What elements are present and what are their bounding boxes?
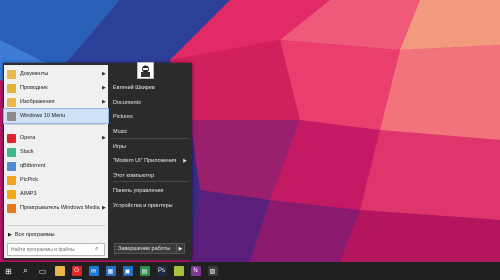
search-icon: ⌕: [23, 266, 28, 275]
app-icon: [173, 266, 184, 276]
program-item[interactable]: Проводник ▶: [4, 81, 108, 95]
app-button[interactable]: [170, 262, 187, 280]
task-view-icon: ▭: [38, 266, 47, 276]
opera-button[interactable]: O: [68, 262, 85, 280]
right-menu-label: Этот компьютер: [113, 172, 155, 179]
task-view-button[interactable]: ▭: [34, 262, 51, 280]
search-button[interactable]: ⌕: [17, 262, 34, 280]
windows10-menu-app-icon: [7, 111, 16, 121]
divider: [7, 225, 105, 226]
program-label: Opera: [20, 135, 36, 141]
chevron-right-icon: ▶: [102, 205, 106, 211]
sheets-button[interactable]: ▤: [136, 262, 153, 280]
program-label: Slack: [20, 149, 34, 155]
avatar[interactable]: [137, 62, 154, 79]
right-menu-label: Устройства и принтеры: [113, 202, 173, 209]
file-explorer-icon: [7, 83, 16, 93]
right-menu-label: Игры: [113, 143, 126, 150]
spreadsheet-icon: ▤: [139, 266, 150, 276]
viewer-button[interactable]: ▧: [204, 262, 221, 280]
qbittorrent-icon: [7, 161, 16, 171]
onenote-icon: N: [190, 266, 201, 276]
program-label: Документы: [20, 71, 49, 77]
all-programs-label: Все программы: [14, 232, 55, 238]
chevron-right-icon: ▶: [102, 85, 106, 91]
program-label: PicPick: [20, 177, 39, 183]
right-menu-label: Евгений Шкирев: [113, 84, 155, 91]
program-label: qBittorrent: [20, 163, 46, 169]
windows-media-player-icon: [7, 203, 16, 213]
program-label: Проводник: [20, 85, 48, 91]
right-menu-label: "Modern UI" Приложения: [113, 157, 177, 164]
program-label: Проигрыватель Windows Media: [20, 205, 100, 211]
program-item[interactable]: Opera ▶: [4, 131, 108, 145]
program-item[interactable]: Проигрыватель Windows Media ▶: [4, 201, 108, 215]
pictures-folder-icon: [7, 97, 16, 107]
chevron-right-icon: ▶: [102, 135, 106, 141]
triangle-right-icon: ▶: [8, 232, 12, 238]
right-menu-label: Music: [113, 128, 128, 135]
photoshop-button[interactable]: Ps: [153, 262, 170, 280]
taskbar: ⊞ ⌕ ▭ O ✉ ▦ ▣ ▤ Ps N ▧: [0, 262, 500, 280]
opera-icon: [7, 133, 16, 143]
viewer-icon: ▧: [207, 266, 218, 276]
right-menu-label: Pictures: [113, 113, 133, 120]
start-menu: Документы ▶ Проводник ▶ Изображения ▶ Windows …: [3, 62, 192, 260]
search-icon[interactable]: ⌕: [95, 246, 98, 253]
program-item[interactable]: PicPick: [4, 173, 108, 187]
programs-pane: Документы ▶ Проводник ▶ Изображения ▶ Windows …: [3, 65, 109, 258]
divider: [113, 138, 189, 139]
program-item[interactable]: Windows 10 Menu: [3, 108, 109, 124]
onenote-button[interactable]: N: [187, 262, 204, 280]
program-item[interactable]: Документы ▶: [4, 67, 108, 81]
right-menu-item[interactable]: Music: [113, 125, 191, 138]
start-button[interactable]: ⊞: [0, 262, 17, 280]
right-menu-item[interactable]: Pictures: [113, 110, 191, 123]
right-menu-item[interactable]: Панель управления: [113, 184, 191, 197]
file-explorer-button[interactable]: [51, 262, 68, 280]
divider: [113, 181, 189, 182]
documents-folder-icon: [7, 69, 16, 79]
right-menu-item[interactable]: Documents: [113, 96, 191, 109]
right-menu-item[interactable]: Игры: [113, 140, 191, 153]
search-box[interactable]: ⌕: [7, 243, 105, 256]
mail-icon: ✉: [88, 266, 99, 276]
chevron-right-icon: ▶: [178, 245, 183, 252]
shutdown-label: Завершение работы: [118, 245, 171, 252]
calendar-icon: ▦: [105, 266, 116, 276]
right-menu-label: Documents: [113, 99, 141, 106]
picpick-icon: [7, 175, 16, 185]
store-button[interactable]: ▣: [119, 262, 136, 280]
mail-button[interactable]: ✉: [85, 262, 102, 280]
photoshop-icon: Ps: [156, 266, 167, 276]
opera-icon: O: [71, 266, 82, 276]
program-label: Windows 10 Menu: [20, 113, 66, 119]
chevron-right-icon: ▶: [102, 99, 106, 105]
program-label: Изображения: [20, 99, 55, 105]
program-item[interactable]: Slack: [4, 145, 108, 159]
divider: [7, 124, 105, 125]
store-icon: ▣: [122, 266, 133, 276]
right-menu-label: Панель управления: [113, 187, 164, 194]
aimp3-icon: [7, 189, 16, 199]
windows-logo-icon: ⊞: [5, 266, 12, 276]
program-item[interactable]: Изображения ▶: [4, 95, 108, 109]
right-menu-item[interactable]: "Modern UI" Приложения ▶: [113, 154, 191, 167]
shutdown-options-button[interactable]: ▶: [176, 243, 185, 254]
program-item[interactable]: AIMP3: [4, 187, 108, 201]
search-input[interactable]: [8, 246, 95, 253]
shutdown-button[interactable]: Завершение работы: [114, 243, 177, 254]
chevron-right-icon: ▶: [102, 71, 106, 77]
slack-icon: [7, 147, 16, 157]
folder-icon: [54, 266, 65, 276]
chevron-right-icon: ▶: [183, 157, 187, 164]
calendar-button[interactable]: ▦: [102, 262, 119, 280]
user-name-link[interactable]: Евгений Шкирев: [113, 81, 191, 94]
right-menu-item[interactable]: Устройства и принтеры: [113, 199, 191, 212]
program-item[interactable]: qBittorrent: [4, 159, 108, 173]
all-programs-button[interactable]: ▶ Все программы: [4, 230, 108, 240]
program-label: AIMP3: [20, 191, 37, 197]
